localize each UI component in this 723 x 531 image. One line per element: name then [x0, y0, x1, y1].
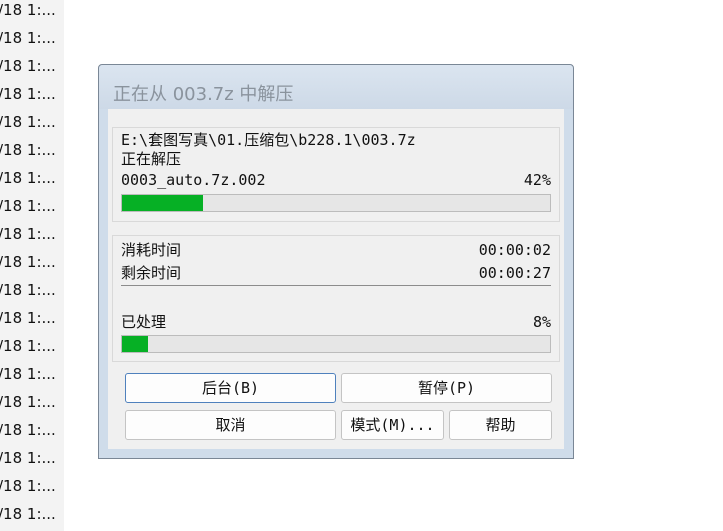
- current-file-row: 0003_auto.7z.002 42%: [121, 170, 551, 190]
- background-list-row[interactable]: /18 1:...: [0, 248, 64, 276]
- total-progress-fill: [122, 336, 148, 352]
- background-file-list: /18 1:.../18 1:.../18 1:.../18 1:.../18 …: [0, 0, 64, 531]
- status-text: 正在解压: [121, 150, 182, 168]
- background-list-row[interactable]: /18 1:...: [0, 0, 64, 24]
- dialog-titlebar[interactable]: 正在从 003.7z 中解压: [99, 65, 573, 109]
- background-list-row[interactable]: /18 1:...: [0, 388, 64, 416]
- background-list-row[interactable]: /18 1:...: [0, 444, 64, 472]
- file-info-group: E:\套图写真\01.压缩包\b228.1\003.7z 正在解压 0003_a…: [112, 127, 560, 222]
- help-button[interactable]: 帮助: [449, 410, 552, 440]
- background-list-row[interactable]: /18 1:...: [0, 80, 64, 108]
- background-list-row[interactable]: /18 1:...: [0, 220, 64, 248]
- remaining-value: 00:00:27: [478, 264, 551, 282]
- dialog-title: 正在从 003.7z 中解压: [113, 84, 294, 105]
- background-list-row[interactable]: /18 1:...: [0, 24, 64, 52]
- background-list-row[interactable]: /18 1:...: [0, 500, 64, 528]
- pause-button[interactable]: 暂停(P): [341, 373, 552, 403]
- background-list-row[interactable]: /18 1:...: [0, 416, 64, 444]
- dialog-client-area: E:\套图写真\01.压缩包\b228.1\003.7z 正在解压 0003_a…: [108, 109, 564, 449]
- remaining-label: 剩余时间: [121, 264, 182, 282]
- processed-percent: 8%: [532, 313, 551, 331]
- file-progress-fill: [122, 195, 204, 211]
- remaining-row: 剩余时间 00:00:27: [121, 263, 551, 283]
- background-list-row[interactable]: /18 1:...: [0, 164, 64, 192]
- elapsed-row: 消耗时间 00:00:02: [121, 240, 551, 260]
- background-list-row[interactable]: /18 1:...: [0, 108, 64, 136]
- extract-progress-dialog: 正在从 003.7z 中解压 E:\套图写真\01.压缩包\b228.1\003…: [98, 64, 574, 459]
- divider: [121, 285, 551, 286]
- background-list-row[interactable]: /18 1:...: [0, 276, 64, 304]
- background-list-row[interactable]: /18 1:...: [0, 192, 64, 220]
- background-button[interactable]: 后台(B): [125, 373, 336, 403]
- background-list-row[interactable]: /18 1:...: [0, 304, 64, 332]
- current-file-name: 0003_auto.7z.002: [121, 171, 266, 189]
- processed-row: 已处理 8%: [121, 312, 551, 332]
- background-list-row[interactable]: /18 1:...: [0, 360, 64, 388]
- background-list-row[interactable]: /18 1:...: [0, 332, 64, 360]
- total-progress-bar: [121, 335, 551, 353]
- file-progress-bar: [121, 194, 551, 212]
- processed-label: 已处理: [121, 313, 167, 331]
- background-list-row[interactable]: /18 1:...: [0, 472, 64, 500]
- cancel-button[interactable]: 取消: [125, 410, 336, 440]
- archive-path: E:\套图写真\01.压缩包\b228.1\003.7z: [121, 131, 416, 149]
- background-list-row[interactable]: /18 1:...: [0, 136, 64, 164]
- file-percent: 42%: [523, 171, 551, 189]
- time-info-group: 消耗时间 00:00:02 剩余时间 00:00:27 已处理 8%: [112, 235, 560, 362]
- background-list-row[interactable]: /18 1:...: [0, 52, 64, 80]
- mode-button[interactable]: 模式(M)...: [341, 410, 444, 440]
- elapsed-label: 消耗时间: [121, 241, 182, 259]
- elapsed-value: 00:00:02: [478, 241, 551, 259]
